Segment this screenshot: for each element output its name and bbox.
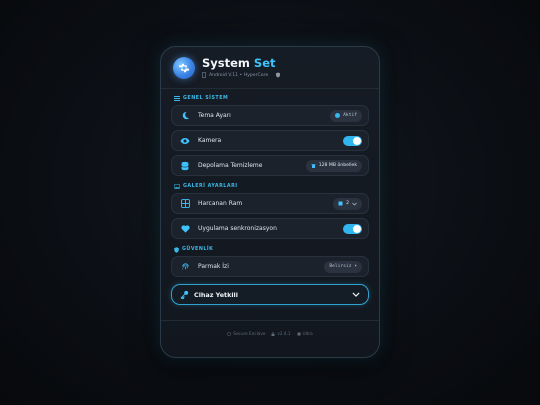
footer: Secure Enclave v2.4.1 Ultra	[161, 331, 379, 336]
chip-icon	[297, 332, 301, 335]
fingerprint-icon	[180, 262, 190, 272]
footer-ultra-text: Ultra	[302, 331, 313, 336]
image-icon	[174, 184, 180, 189]
globe-icon	[227, 331, 232, 336]
footer-divider	[161, 320, 379, 321]
row-sync-label: Uygulama senkronizasyon	[198, 225, 277, 232]
footer-version-text: v2.4.1	[277, 331, 291, 336]
trash-icon	[311, 164, 316, 168]
ram-value: 2	[346, 201, 349, 206]
panel-header: System Set Android V.11 • HyperCore	[161, 47, 379, 89]
ram-select[interactable]: 2	[333, 197, 362, 210]
shield-icon	[276, 72, 281, 78]
chip-icon	[338, 201, 343, 206]
section-security-label: GÜVENLİK	[182, 247, 214, 252]
app-title: System Set	[202, 57, 281, 70]
section-general: GENEL SİSTEM	[161, 92, 379, 105]
row-sync[interactable]: Uygulama senkronizasyon	[171, 218, 369, 239]
section-general-label: GENEL SİSTEM	[183, 96, 229, 101]
row-camera-label: Kamera	[198, 137, 222, 144]
authorize-device-button[interactable]: Cihaz Yetkili	[171, 284, 369, 305]
footer-version: v2.4.1	[271, 331, 291, 336]
row-theme-label: Tema Ayarı	[198, 112, 231, 119]
moon-icon	[180, 111, 190, 121]
row-ram-label: Harcanan Ram	[198, 200, 243, 207]
lock-icon	[271, 331, 275, 336]
phone-icon	[202, 72, 206, 78]
section-gallery-label: GALERİ AYARLARI	[183, 184, 238, 189]
fingerprint-select[interactable]: Belirsiz ▾	[324, 260, 362, 273]
theme-status-text: Aktif	[343, 113, 357, 118]
fingerprint-value: Belirsiz ▾	[329, 264, 357, 269]
app-subtitle: Android V.11 • HyperCore	[202, 72, 281, 78]
app-title-accent: Set	[253, 56, 276, 70]
row-camera[interactable]: Kamera	[171, 130, 369, 151]
gear-icon	[173, 56, 195, 79]
footer-secure: Secure Enclave	[227, 331, 265, 336]
eye-icon	[180, 136, 190, 146]
row-fingerprint[interactable]: Parmak İzi Belirsiz ▾	[171, 256, 369, 277]
subtitle-text: Android V.11 • HyperCore	[209, 72, 269, 78]
row-storage[interactable]: Depolama Temizleme 128 MB önbellek	[171, 155, 369, 176]
footer-ultra: Ultra	[297, 331, 313, 336]
section-gallery: GALERİ AYARLARI	[161, 180, 379, 193]
settings-panel: System Set Android V.11 • HyperCore GENE…	[160, 46, 380, 358]
row-theme[interactable]: Tema Ayarı Aktif	[171, 105, 369, 126]
heart-icon	[180, 224, 190, 234]
shield-icon	[174, 246, 179, 253]
row-fingerprint-label: Parmak İzi	[198, 263, 229, 270]
row-storage-label: Depolama Temizleme	[198, 162, 263, 169]
cache-size-text: 128 MB önbellek	[318, 163, 357, 168]
list-icon	[174, 96, 180, 101]
database-icon	[180, 161, 190, 171]
row-ram[interactable]: Harcanan Ram 2	[171, 193, 369, 214]
app-title-main: System	[202, 56, 250, 70]
grid-icon	[180, 199, 190, 209]
footer-secure-text: Secure Enclave	[233, 331, 266, 336]
chevron-down-icon	[352, 202, 357, 206]
chevron-down-icon	[352, 292, 360, 297]
key-icon	[180, 290, 189, 299]
sync-toggle[interactable]	[343, 223, 362, 234]
cache-size-badge[interactable]: 128 MB önbellek	[305, 159, 362, 172]
authorize-device-label: Cihaz Yetkili	[194, 290, 238, 299]
section-security: GÜVENLİK	[161, 243, 379, 256]
camera-toggle[interactable]	[343, 135, 362, 146]
status-dot-icon	[335, 113, 341, 118]
theme-status-badge[interactable]: Aktif	[330, 109, 362, 122]
